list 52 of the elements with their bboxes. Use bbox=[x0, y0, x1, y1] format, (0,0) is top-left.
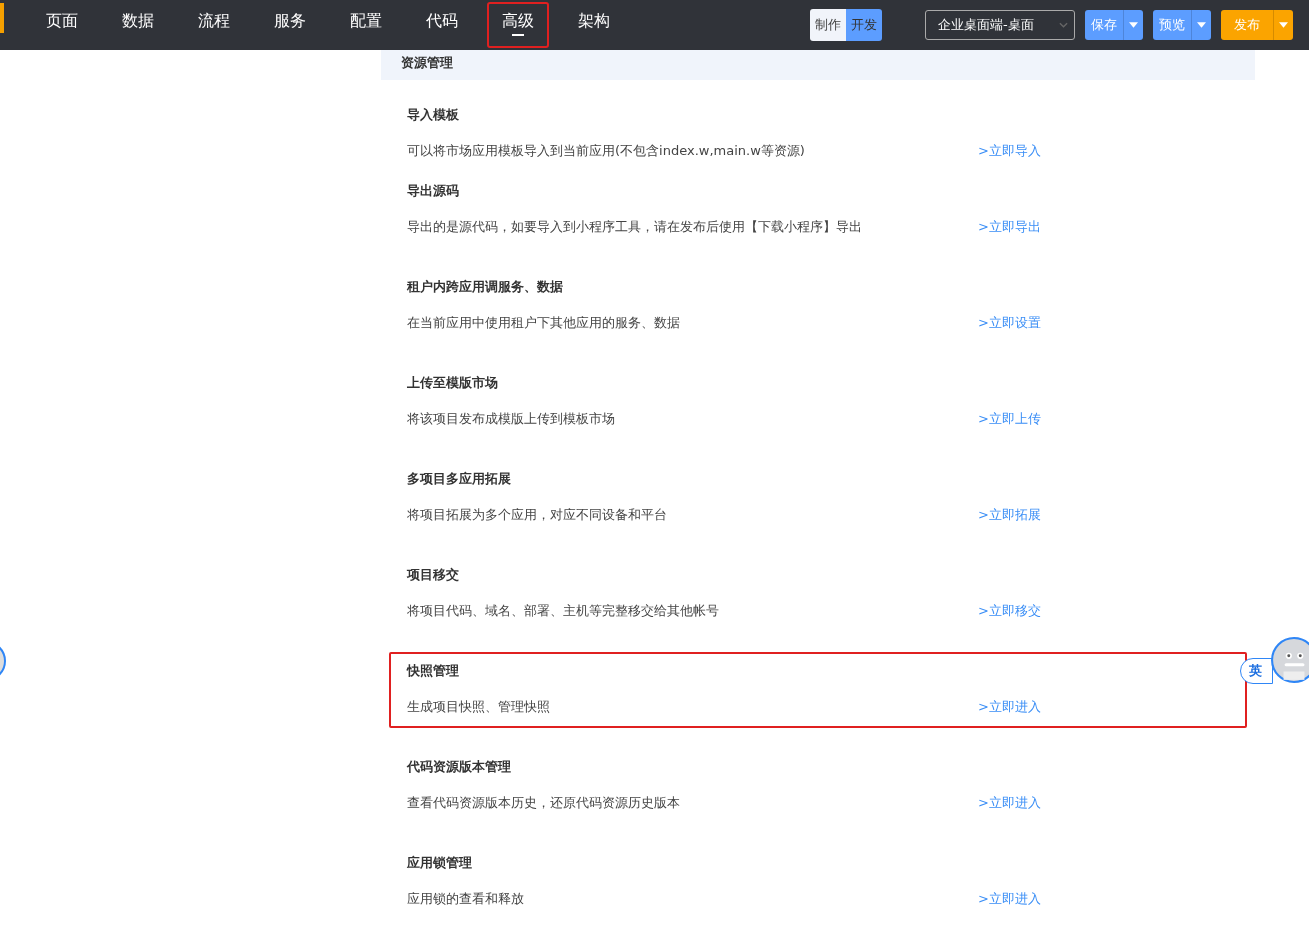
section-title: 导出源码 bbox=[407, 182, 460, 200]
action-link[interactable]: >立即进入 bbox=[978, 698, 1041, 716]
nav-tab[interactable]: 代码 bbox=[404, 2, 480, 48]
section-title: 租户内跨应用调服务、数据 bbox=[407, 278, 564, 296]
mode-toggle-option[interactable]: 开发 bbox=[846, 9, 882, 41]
action-link[interactable]: >立即导出 bbox=[978, 218, 1041, 236]
nav-tab[interactable]: 服务 bbox=[252, 2, 328, 48]
target-dropdown[interactable]: 企业桌面端-桌面 bbox=[925, 10, 1075, 40]
section-title: 项目移交 bbox=[407, 566, 460, 584]
caret-icon bbox=[1197, 22, 1206, 28]
section-description: 查看代码资源版本历史，还原代码资源历史版本 bbox=[407, 794, 680, 812]
input-mode-toggle[interactable]: 英 bbox=[1240, 658, 1273, 684]
section-description: 导出的是源代码，如要导入到小程序工具，请在发布后使用【下载小程序】导出 bbox=[407, 218, 862, 236]
action-link[interactable]: >立即设置 bbox=[978, 314, 1041, 332]
mode-toggle-option[interactable]: 制作 bbox=[810, 9, 846, 41]
action-link[interactable]: >立即移交 bbox=[978, 602, 1041, 620]
active-indicator bbox=[512, 34, 524, 36]
dropdown-toggle[interactable] bbox=[1191, 10, 1211, 40]
nav-tab[interactable]: 架构 bbox=[556, 2, 632, 48]
section-title: 快照管理 bbox=[407, 662, 460, 680]
nav-tab[interactable]: 配置 bbox=[328, 2, 404, 48]
action-button[interactable]: 预览 bbox=[1153, 10, 1191, 40]
section-description: 生成项目快照、管理快照 bbox=[407, 698, 550, 716]
nav-tab[interactable]: 页面 bbox=[24, 2, 100, 48]
caret-icon bbox=[1129, 22, 1138, 28]
nav-tab[interactable]: 流程 bbox=[176, 2, 252, 48]
caret-icon bbox=[1279, 22, 1288, 28]
section-description: 将该项目发布成模版上传到模板市场 bbox=[407, 410, 615, 428]
accent-strip bbox=[0, 3, 4, 33]
action-link[interactable]: >立即拓展 bbox=[978, 506, 1041, 524]
nav-tab[interactable]: 数据 bbox=[100, 2, 176, 48]
panel-title: 资源管理 bbox=[381, 50, 1255, 80]
dropdown-toggle[interactable] bbox=[1273, 10, 1293, 40]
section-description: 将项目拓展为多个应用，对应不同设备和平台 bbox=[407, 506, 667, 524]
section-title: 导入模板 bbox=[407, 106, 460, 124]
action-link[interactable]: >立即上传 bbox=[978, 410, 1041, 428]
section-description: 将项目代码、域名、部署、主机等完整移交给其他帐号 bbox=[407, 602, 719, 620]
dropdown-toggle[interactable] bbox=[1123, 10, 1143, 40]
nav-tab[interactable]: 高级 bbox=[487, 2, 549, 48]
section-title: 代码资源版本管理 bbox=[407, 758, 512, 776]
section-title: 应用锁管理 bbox=[407, 854, 473, 872]
section-title: 多项目多应用拓展 bbox=[407, 470, 512, 488]
action-link[interactable]: >立即导入 bbox=[978, 142, 1041, 160]
action-link[interactable]: >立即进入 bbox=[978, 890, 1041, 908]
section-description: 可以将市场应用模板导入到当前应用(不包含index.w,main.w等资源) bbox=[407, 142, 805, 160]
section-description: 在当前应用中使用租户下其他应用的服务、数据 bbox=[407, 314, 680, 332]
action-link[interactable]: >立即进入 bbox=[978, 794, 1041, 812]
chevron-down-icon bbox=[1059, 22, 1068, 28]
section-title: 上传至模版市场 bbox=[407, 374, 499, 392]
section-description: 应用锁的查看和释放 bbox=[407, 890, 524, 908]
action-button[interactable]: 保存 bbox=[1085, 10, 1123, 40]
robot-avatar-icon[interactable] bbox=[1271, 637, 1309, 683]
